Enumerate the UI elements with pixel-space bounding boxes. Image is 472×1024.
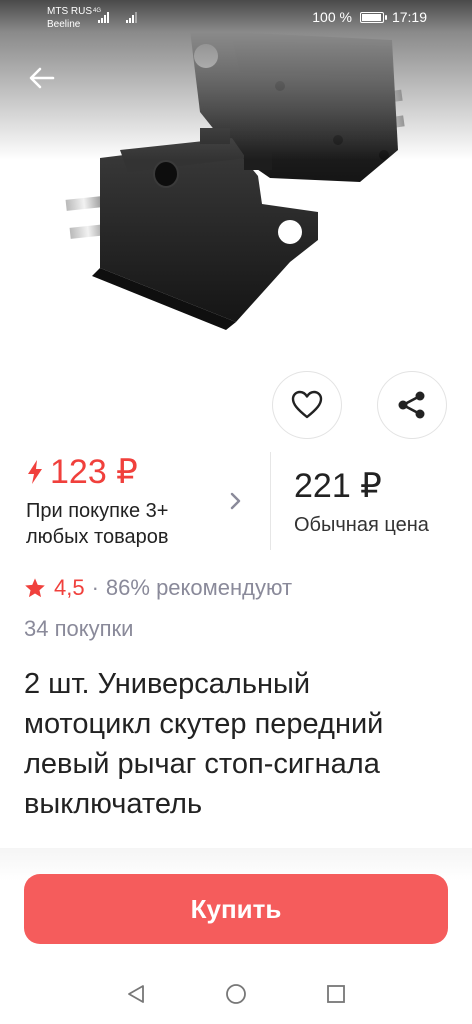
system-nav-bar [0, 962, 472, 1024]
nav-recents-button[interactable] [324, 982, 348, 1006]
rating-score: 4,5 [54, 575, 85, 600]
carrier-info: MTS RUS4G Beeline [47, 5, 101, 31]
nav-home-button[interactable] [224, 982, 248, 1006]
share-button[interactable] [377, 371, 447, 439]
chevron-right-icon[interactable] [229, 489, 243, 513]
favorite-button[interactable] [272, 371, 342, 439]
product-image[interactable] [0, 0, 472, 356]
promo-caption-line1: При покупке 3+ [26, 500, 169, 522]
rating-separator: · [91, 575, 99, 600]
title-line: мотоцикл скутер передний [24, 708, 384, 740]
heart-icon [291, 390, 323, 419]
clock: 17:19 [391, 9, 427, 25]
star-icon [25, 578, 45, 598]
status-bar: MTS RUS4G Beeline 100 % 17:19 [0, 0, 472, 36]
carrier-1-label: MTS RUS [47, 6, 92, 17]
back-button[interactable] [22, 58, 62, 98]
regular-price: 221 ₽ [294, 467, 382, 505]
square-recents-icon [327, 985, 345, 1003]
buy-button[interactable]: Купить [24, 874, 448, 944]
signal-icon [98, 11, 109, 23]
recommend-text: 86% рекомендуют [105, 575, 293, 600]
carrier-2-label: Beeline [47, 19, 81, 30]
promo-caption: При покупке 3+ любых товаров [26, 498, 226, 550]
title-line: левый рычаг стоп-сигнала [24, 748, 380, 780]
product-photo [65, 30, 405, 330]
regular-price-caption: Обычная цена [294, 514, 429, 536]
promo-price-block[interactable]: 123 ₽ При покупке 3+ любых товаров [26, 452, 248, 548]
arrow-left-icon [29, 67, 55, 89]
nav-back-button[interactable] [124, 982, 148, 1006]
rating-row[interactable]: 4,5 · 86% рекомендуют [24, 574, 292, 602]
title-line: 2 шт. Универсальный [24, 668, 311, 700]
signal-icon [126, 11, 137, 23]
lightning-icon [28, 460, 42, 484]
purchases-count: 34 покупки [24, 616, 134, 641]
promo-price-value: 123 ₽ [50, 453, 138, 491]
price-divider [270, 452, 271, 550]
battery-icon [359, 11, 387, 23]
promo-caption-line2: любых товаров [26, 526, 169, 548]
promo-price: 123 ₽ [26, 452, 248, 492]
share-icon [398, 391, 425, 419]
title-line: выключатель [24, 788, 203, 820]
battery-percent: 100 % [312, 9, 352, 25]
circle-home-icon [226, 984, 246, 1004]
triangle-back-icon [128, 985, 144, 1003]
product-title: 2 шт. Универсальный мотоцикл скутер пере… [24, 664, 444, 824]
